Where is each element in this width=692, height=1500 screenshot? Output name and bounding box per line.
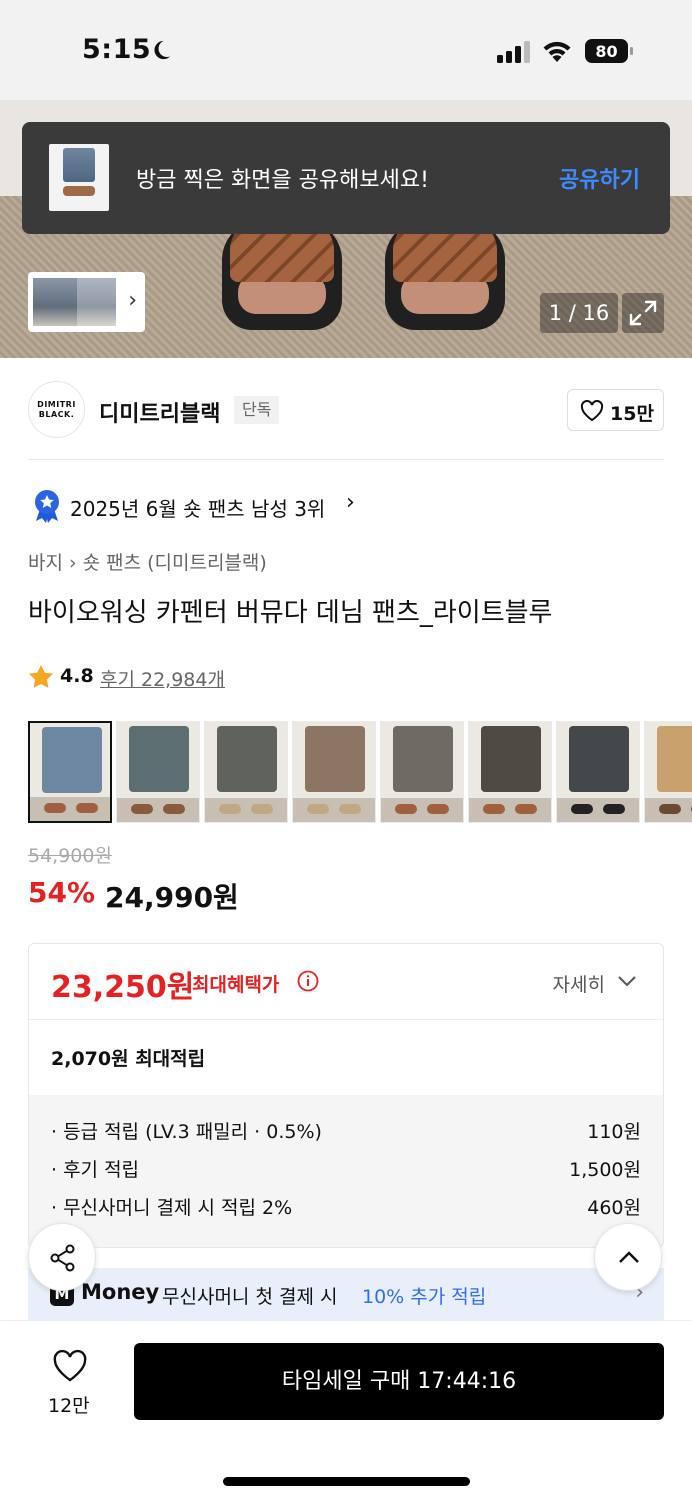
benefit-detail-label: 자세히 xyxy=(552,974,605,996)
accumulation-breakdown: · 등급 적립 (LV.3 패밀리 · 0.5%) 110원 · 후기 적립 1… xyxy=(29,1095,663,1247)
breadcrumb: 바지 › 숏 팬츠 (디미트리블랙) xyxy=(28,548,267,575)
accumulation-row: · 후기 적립 1,500원 xyxy=(51,1155,641,1185)
signal-icon xyxy=(497,41,530,63)
divider xyxy=(28,459,664,460)
sandal-left xyxy=(222,220,342,330)
rating-score: 4.8 xyxy=(60,665,94,687)
wifi-icon xyxy=(543,41,571,62)
max-benefit-price: 23,250원 xyxy=(51,970,195,1005)
info-icon[interactable] xyxy=(297,970,319,992)
max-accumulation: 2,070원 최대적립 xyxy=(51,1048,206,1070)
product-title: 바이오워싱 카펜터 버뮤다 데님 팬츠_라이트블루 xyxy=(28,598,553,628)
money-promo-highlight: 10% 추가 적립 xyxy=(362,1286,487,1308)
brand-logo[interactable]: DIMITRI BLACK. xyxy=(28,381,85,438)
color-option-dark-washed[interactable] xyxy=(468,721,552,823)
moon-icon xyxy=(154,40,171,60)
musinsa-money-banner[interactable]: M Money 무신사머니 첫 결제 시 10% 추가 적립 › xyxy=(28,1268,664,1320)
color-option-light-blue[interactable] xyxy=(28,721,112,823)
accumulation-row: · 무신사머니 결제 시 적립 2% 460원 xyxy=(51,1193,641,1223)
accumulation-value: 460원 xyxy=(587,1197,641,1219)
share-button[interactable] xyxy=(28,1223,96,1291)
color-options xyxy=(28,721,692,823)
chevron-right-icon: › xyxy=(346,490,355,515)
wishlist-button[interactable]: 12만 xyxy=(40,1345,100,1417)
expand-icon xyxy=(629,300,657,326)
scroll-to-top-button[interactable] xyxy=(594,1223,662,1291)
image-page-indicator: 1 / 16 xyxy=(540,293,618,333)
brand-like-button[interactable]: 15만 xyxy=(567,389,664,431)
buy-button[interactable]: 타임세일 구매 17:44:16 xyxy=(134,1343,664,1420)
brand-row: DIMITRI BLACK. 디미트리블랙 단독 15만 xyxy=(0,360,692,460)
exclusive-badge: 단독 xyxy=(234,396,280,424)
accumulation-row: · 등급 적립 (LV.3 패밀리 · 0.5%) 110원 xyxy=(51,1117,641,1147)
brand-like-count: 15만 xyxy=(610,403,654,425)
review-count-link[interactable]: 후기 22,984개 xyxy=(100,665,225,692)
color-option-charcoal[interactable] xyxy=(556,721,640,823)
home-indicator xyxy=(223,1477,470,1486)
chevron-down-icon[interactable] xyxy=(617,974,637,988)
ranking-text: 2025년 6월 숏 팬츠 남성 3위 xyxy=(70,497,326,521)
status-bar: 5:15 80 xyxy=(0,0,692,100)
chevron-right-icon: › xyxy=(128,288,137,313)
color-option-camo[interactable] xyxy=(204,721,288,823)
status-time: 5:15 xyxy=(82,34,152,65)
chevron-up-icon xyxy=(619,1251,639,1263)
expand-button[interactable] xyxy=(622,293,664,333)
share-action-button[interactable]: 공유하기 xyxy=(559,162,640,194)
color-option-brown[interactable] xyxy=(292,721,376,823)
accumulation-label: · 무신사머니 결제 시 적립 2% xyxy=(51,1197,293,1219)
star-icon xyxy=(29,665,53,688)
share-toast: 방금 찍은 화면을 공유해보세요! 공유하기 xyxy=(22,122,670,234)
color-option-grey-washed[interactable] xyxy=(380,721,464,823)
original-price: 54,900원 xyxy=(28,845,112,867)
battery-icon: 80 xyxy=(585,39,633,63)
ranking-badge-icon xyxy=(35,490,59,523)
accumulation-value: 1,500원 xyxy=(569,1159,641,1181)
chevron-right-icon: › xyxy=(68,552,77,574)
max-benefit-label: 최대혜택가 xyxy=(192,974,280,996)
heart-icon xyxy=(580,400,604,422)
accumulation-label: · 후기 적립 xyxy=(51,1159,140,1181)
money-brand: Money xyxy=(81,1280,160,1304)
screenshot-thumbnail[interactable] xyxy=(49,144,109,211)
breadcrumb-category[interactable]: 바지 xyxy=(28,552,63,574)
wishlist-count: 12만 xyxy=(48,1395,90,1417)
heart-icon xyxy=(53,1349,87,1382)
color-option-beige[interactable] xyxy=(644,721,692,823)
money-promo-text: 무신사머니 첫 결제 시 xyxy=(162,1286,338,1308)
battery-level: 80 xyxy=(595,42,617,61)
sale-price: 24,990원 xyxy=(105,881,239,914)
bottom-action-bar: 12만 타임세일 구매 17:44:16 xyxy=(0,1320,692,1500)
sandal-right xyxy=(385,220,505,330)
benefit-card: 23,250원 최대혜택가 자세히 2,070원 최대적립 · 등급 적립 (L… xyxy=(28,943,664,1248)
brand-name[interactable]: 디미트리블랙 xyxy=(99,396,220,428)
share-icon xyxy=(50,1244,75,1272)
toast-message: 방금 찍은 화면을 공유해보세요! xyxy=(136,168,429,193)
color-option-blue-washed[interactable] xyxy=(116,721,200,823)
accumulation-value: 110원 xyxy=(587,1121,641,1143)
image-thumbnail-nav[interactable]: › xyxy=(28,272,145,332)
discount-rate: 54% xyxy=(28,876,96,909)
divider xyxy=(29,1019,663,1020)
breadcrumb-subcategory[interactable]: 숏 팬츠 (디미트리블랙) xyxy=(83,552,267,574)
benefit-detail-toggle[interactable]: 자세히 xyxy=(553,970,605,997)
accumulation-label: · 등급 적립 (LV.3 패밀리 · 0.5%) xyxy=(51,1121,322,1143)
